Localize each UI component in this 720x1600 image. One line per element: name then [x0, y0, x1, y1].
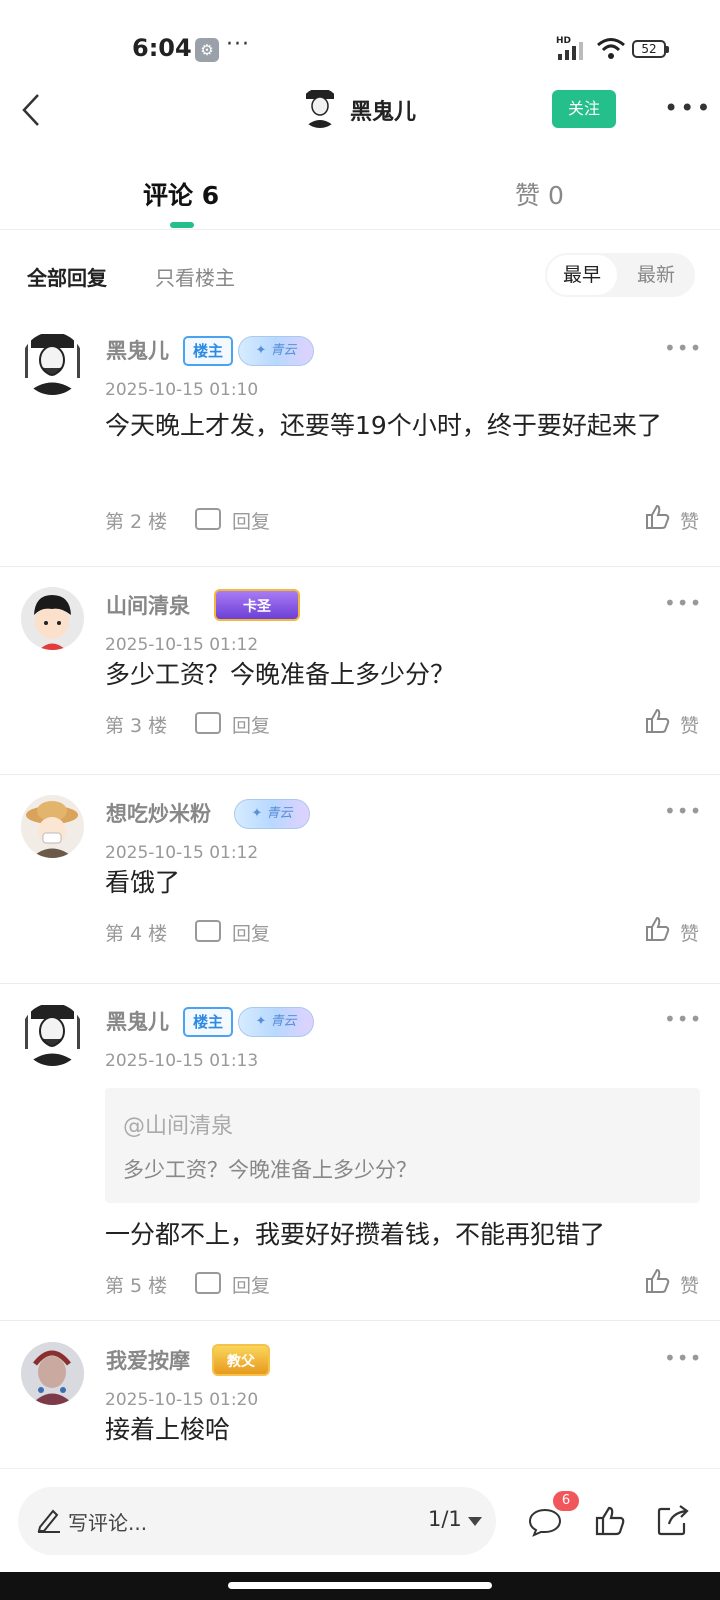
- filter-op-only[interactable]: 只看楼主: [155, 262, 235, 291]
- page-title: 黑鬼儿: [350, 100, 417, 125]
- comment-username[interactable]: 黑鬼儿: [106, 1006, 169, 1036]
- comment-more-icon[interactable]: •••: [664, 336, 702, 360]
- comment-text: 今天晚上才发，还要等19个小时，终于要好起来了: [105, 411, 662, 440]
- divider: [0, 229, 720, 230]
- comment-username[interactable]: 黑鬼儿: [106, 335, 169, 365]
- more-notifications-icon: ···: [226, 32, 250, 57]
- like-button[interactable]: 赞: [680, 711, 699, 738]
- floor-number: 第 5 楼: [105, 1275, 168, 1297]
- comments-icon[interactable]: [528, 1507, 562, 1537]
- comment-more-icon[interactable]: •••: [664, 799, 702, 823]
- avatar[interactable]: [21, 587, 84, 650]
- write-comment-input[interactable]: 写评论... 1/1: [18, 1487, 496, 1555]
- avatar[interactable]: [21, 1003, 84, 1066]
- share-icon[interactable]: [656, 1503, 690, 1537]
- quoted-text: 多少工资？今晚准备上多少分？: [123, 1158, 417, 1182]
- divider: [0, 1320, 720, 1321]
- reply-button[interactable]: 回复: [232, 1271, 270, 1298]
- comment-more-icon[interactable]: •••: [664, 1007, 702, 1031]
- active-tab-indicator: [170, 222, 194, 228]
- pen-icon: [37, 1509, 60, 1533]
- comment-text: 一分都不上，我要好好攒着钱，不能再犯错了: [105, 1220, 606, 1249]
- level-medal-icon: ✦ 青云: [238, 1007, 314, 1037]
- op-badge: 楼主: [183, 336, 233, 366]
- reply-icon[interactable]: [195, 920, 221, 942]
- avatar[interactable]: [21, 1342, 84, 1405]
- comment-text: 多少工资？今晚准备上多少分？: [105, 660, 456, 689]
- comment-time: 2025-10-15 01:12: [105, 843, 259, 863]
- more-icon[interactable]: •••: [664, 94, 710, 124]
- divider: [0, 566, 720, 567]
- follow-button[interactable]: 关注: [552, 90, 616, 128]
- like-icon[interactable]: [644, 708, 670, 734]
- divider: [0, 983, 720, 984]
- tab-likes[interactable]: 赞 0: [515, 176, 564, 212]
- sort-earliest-button[interactable]: 最早: [547, 255, 617, 295]
- battery-icon: 52: [632, 40, 669, 58]
- sort-toggle: 最早 最新: [545, 253, 695, 297]
- like-button[interactable]: 赞: [680, 919, 699, 946]
- level-medal-icon: ✦ 青云: [234, 799, 310, 829]
- quoted-username: @山间清泉: [123, 1114, 234, 1139]
- like-icon[interactable]: [644, 916, 670, 942]
- avatar[interactable]: [21, 795, 84, 858]
- thumb-icon[interactable]: [594, 1505, 626, 1537]
- avatar[interactable]: [21, 332, 84, 395]
- filter-all-replies[interactable]: 全部回复: [27, 262, 107, 291]
- comment-username[interactable]: 想吃炒米粉: [106, 798, 211, 828]
- comment-time: 2025-10-15 01:10: [105, 380, 259, 400]
- page-indicator[interactable]: 1/1: [428, 1507, 462, 1531]
- comment-time: 2025-10-15 01:12: [105, 635, 259, 655]
- comment-more-icon[interactable]: •••: [664, 1346, 702, 1370]
- write-comment-placeholder: 写评论...: [68, 1511, 148, 1535]
- comment-time: 2025-10-15 01:20: [105, 1390, 259, 1410]
- like-button[interactable]: 赞: [680, 507, 699, 534]
- comment-count-badge: 6: [553, 1491, 579, 1511]
- wifi-icon: [597, 38, 625, 59]
- reply-button[interactable]: 回复: [232, 711, 270, 738]
- divider: [0, 774, 720, 775]
- back-icon[interactable]: [18, 92, 48, 128]
- comment-username[interactable]: 我爱按摩: [106, 1345, 190, 1375]
- chevron-down-icon[interactable]: [468, 1517, 482, 1526]
- op-badge: 楼主: [183, 1007, 233, 1037]
- comment-more-icon[interactable]: •••: [664, 591, 702, 615]
- like-icon[interactable]: [644, 504, 670, 530]
- comment-text: 接着上梭哈: [105, 1415, 231, 1444]
- like-icon[interactable]: [644, 1268, 670, 1294]
- floor-number: 第 2 楼: [105, 511, 168, 533]
- like-button[interactable]: 赞: [680, 1271, 699, 1298]
- home-indicator: [0, 1572, 720, 1600]
- medal-badge: 卡圣: [214, 589, 300, 621]
- medal-badge: 教父: [212, 1344, 270, 1376]
- home-pill[interactable]: [228, 1582, 492, 1589]
- reply-button[interactable]: 回复: [232, 919, 270, 946]
- signal-icon: [558, 42, 583, 60]
- reply-button[interactable]: 回复: [232, 507, 270, 534]
- nav-bar: 黑鬼儿 关注 •••: [0, 80, 720, 140]
- reply-icon[interactable]: [195, 1272, 221, 1294]
- comment-username[interactable]: 山间清泉: [106, 590, 190, 620]
- comment-text: 看饿了: [105, 868, 181, 897]
- reply-icon[interactable]: [195, 508, 221, 530]
- level-medal-icon: ✦ 青云: [238, 336, 314, 366]
- avatar[interactable]: [300, 88, 340, 128]
- tab-comments[interactable]: 评论 6: [143, 176, 219, 212]
- status-time: 6:04: [132, 34, 192, 62]
- reply-icon[interactable]: [195, 712, 221, 734]
- quoted-comment[interactable]: @山间清泉 多少工资？今晚准备上多少分？: [105, 1088, 700, 1203]
- floor-number: 第 4 楼: [105, 923, 168, 945]
- floor-number: 第 3 楼: [105, 715, 168, 737]
- sort-newest-button[interactable]: 最新: [621, 255, 691, 295]
- wrench-icon: ⚙: [195, 38, 219, 62]
- comment-time: 2025-10-15 01:13: [105, 1051, 259, 1071]
